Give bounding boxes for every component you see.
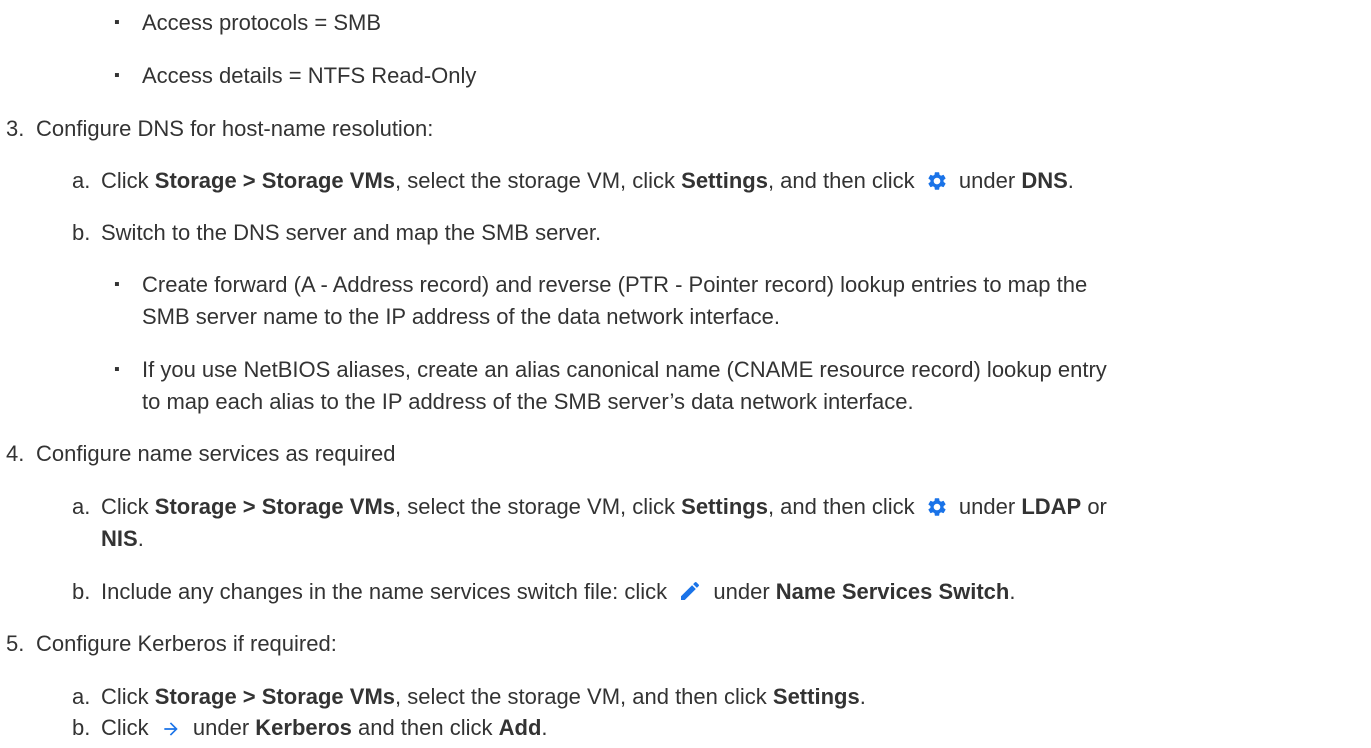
substep-text: Click Storage > Storage VMs, select the … bbox=[101, 164, 1074, 201]
step-number: 5. bbox=[6, 631, 25, 656]
step-number: 4. bbox=[6, 441, 25, 466]
substep-text: Click under Kerberos and then click Add. bbox=[101, 711, 548, 748]
step-text: Configure DNS for host-name resolution: bbox=[36, 116, 434, 141]
step-text: Configure name services as required bbox=[36, 441, 396, 466]
bullet-text: Access protocols = SMB bbox=[142, 10, 382, 35]
ui-path: Storage > Storage VMs bbox=[154, 168, 396, 193]
substep-text: Click Storage > Storage VMs, select the … bbox=[101, 490, 1107, 527]
bullet-marker: ▪ bbox=[114, 361, 120, 378]
substep-label: a. bbox=[72, 684, 91, 709]
ui-label-add: Add bbox=[498, 715, 542, 740]
ui-label-settings: Settings bbox=[681, 168, 768, 193]
substep-text: Include any changes in the name services… bbox=[101, 575, 1015, 612]
ui-path: Storage > Storage VMs bbox=[154, 684, 396, 709]
ui-label-nis: NIS bbox=[101, 526, 138, 551]
substep-text: Click Storage > Storage VMs, select the … bbox=[101, 684, 866, 709]
substep-text: Switch to the DNS server and map the SMB… bbox=[101, 220, 602, 245]
ui-label-settings: Settings bbox=[681, 494, 768, 519]
substep-label: b. bbox=[72, 715, 91, 740]
bullet-text-line-2: to map each alias to the IP address of t… bbox=[142, 389, 914, 414]
ui-label-dns: DNS bbox=[1021, 168, 1068, 193]
substep-label: b. bbox=[72, 220, 91, 245]
bullet-text: Access details = NTFS Read-Only bbox=[142, 63, 477, 88]
gear-icon bbox=[925, 494, 949, 527]
substep-label: a. bbox=[72, 494, 91, 519]
bullet-text-line-2: SMB server name to the IP address of the… bbox=[142, 304, 780, 329]
bullet-text-line-1: If you use NetBIOS aliases, create an al… bbox=[142, 357, 1107, 382]
ui-label-kerberos: Kerberos bbox=[255, 715, 352, 740]
substep-label: b. bbox=[72, 579, 91, 604]
step-number: 3. bbox=[6, 116, 25, 141]
pencil-icon bbox=[677, 579, 703, 612]
ui-label-name-services-switch: Name Services Switch bbox=[775, 579, 1010, 604]
step-text: Configure Kerberos if required: bbox=[36, 631, 337, 656]
substep-text-cont: NIS. bbox=[101, 526, 144, 551]
ui-label-ldap: LDAP bbox=[1021, 494, 1082, 519]
arrow-right-icon bbox=[159, 715, 183, 748]
bullet-marker: ▪ bbox=[114, 67, 120, 84]
ui-path: Storage > Storage VMs bbox=[154, 494, 396, 519]
bullet-marker: ▪ bbox=[114, 276, 120, 293]
substep-label: a. bbox=[72, 168, 91, 193]
bullet-text-line-1: Create forward (A - Address record) and … bbox=[142, 272, 1088, 297]
gear-icon bbox=[925, 168, 949, 201]
ui-label-settings: Settings bbox=[772, 684, 860, 709]
bullet-marker: ▪ bbox=[114, 14, 120, 31]
